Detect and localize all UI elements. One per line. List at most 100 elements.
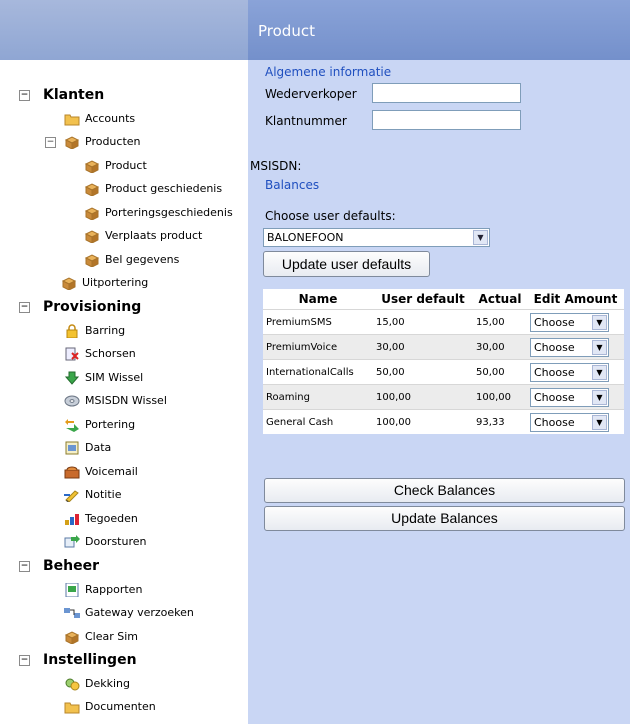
check-balances-button[interactable]: Check Balances: [264, 478, 625, 503]
tree-item-tegoeden[interactable]: Tegoeden: [64, 509, 138, 529]
edit-amount-select[interactable]: Choose ▼: [530, 362, 609, 382]
tree-item-portering[interactable]: Portering: [64, 415, 135, 435]
edit-amount-select[interactable]: Choose ▼: [530, 312, 609, 332]
tree-item-label: Accounts: [85, 112, 136, 125]
tree-item-label: SIM Wissel: [85, 371, 144, 384]
edit-amount-value: Choose: [534, 340, 575, 354]
tree-section-instellingen[interactable]: − Instellingen: [19, 650, 137, 670]
chevron-down-icon[interactable]: ▼: [592, 364, 607, 380]
note-icon: [64, 488, 80, 502]
column-header-name: Name: [298, 292, 338, 306]
tree-item-doorsturen[interactable]: Doorsturen: [64, 532, 147, 552]
tree-item-rapporten[interactable]: Rapporten: [64, 580, 142, 600]
tree-item-bel-gegevens[interactable]: Bel gegevens: [84, 250, 179, 270]
tree-item-producten[interactable]: − Producten: [45, 132, 141, 152]
chevron-down-icon[interactable]: ▼: [473, 230, 488, 245]
cell-edit-amount: Choose ▼: [527, 334, 624, 360]
collapse-icon[interactable]: −: [45, 137, 56, 148]
tree-item-label: Documenten: [85, 700, 156, 713]
tree-item-data[interactable]: Data: [64, 438, 111, 458]
box-icon: [84, 229, 100, 243]
tree-item-notitie[interactable]: Notitie: [64, 485, 121, 505]
user-defaults-select[interactable]: BALONEFOON ▼: [263, 228, 490, 247]
coverage-icon: [64, 677, 80, 691]
cell-actual: 100,00: [473, 384, 527, 410]
report-icon: [64, 583, 80, 597]
cell-user-default: 50,00: [373, 359, 473, 385]
tree-section-beheer[interactable]: − Beheer: [19, 556, 100, 576]
tree-item-verplaats-product[interactable]: Verplaats product: [84, 226, 202, 246]
tree-item-label: Notitie: [85, 488, 122, 501]
tree-item-uitportering[interactable]: Uitportering: [61, 273, 148, 293]
tree-item-label: Portering: [85, 418, 136, 431]
collapse-icon[interactable]: −: [19, 302, 30, 313]
tree-item-barring[interactable]: Barring: [64, 321, 125, 341]
tree-item-accounts[interactable]: Accounts: [64, 109, 135, 129]
tree-item-clear-sim[interactable]: Clear Sim: [64, 627, 138, 647]
tree-section-provisioning[interactable]: − Provisioning: [19, 297, 141, 317]
chevron-down-icon[interactable]: ▼: [592, 314, 607, 330]
edit-amount-select[interactable]: Choose ▼: [530, 412, 609, 432]
tree-item-label: Uitportering: [82, 276, 149, 289]
cell-user-default: 30,00: [373, 334, 473, 360]
update-user-defaults-button[interactable]: Update user defaults: [263, 251, 430, 277]
tree-item-msisdn-wissel[interactable]: MSISDN Wissel: [64, 391, 167, 411]
column-header-user-default: User default: [381, 292, 465, 306]
cell-user-default: 100,00: [373, 409, 473, 434]
main-content: Product Algemene informatie Wederverkope…: [248, 0, 630, 724]
tree-item-gateway-verzoeken[interactable]: Gateway verzoeken: [64, 603, 194, 623]
tree-section-klanten[interactable]: − Klanten: [19, 85, 105, 105]
collapse-icon[interactable]: −: [19, 90, 30, 101]
user-defaults-label: Choose user defaults:: [265, 209, 396, 223]
edit-amount-select[interactable]: Choose ▼: [530, 337, 609, 357]
chevron-down-icon[interactable]: ▼: [592, 339, 607, 355]
tree-item-label: Product geschiedenis: [105, 182, 223, 195]
cell-actual: 93,33: [473, 409, 527, 434]
tree-item-label: MSISDN Wissel: [85, 394, 167, 407]
tree-item-documenten[interactable]: Documenten: [64, 697, 156, 717]
reseller-field[interactable]: [372, 83, 521, 103]
folder-icon: [64, 112, 80, 126]
cell-name: InternationalCalls: [263, 359, 373, 385]
edit-amount-value: Choose: [534, 390, 575, 404]
tree-item-porteringsgeschiedenis[interactable]: Porteringsgeschiedenis: [84, 203, 233, 223]
collapse-icon[interactable]: −: [19, 655, 30, 666]
box-icon: [64, 135, 80, 149]
chevron-down-icon[interactable]: ▼: [592, 414, 607, 430]
edit-amount-select[interactable]: Choose ▼: [530, 387, 609, 407]
chevron-down-icon[interactable]: ▼: [592, 389, 607, 405]
msisdn-label: MSISDN:: [250, 159, 302, 173]
tree-item-voicemail[interactable]: Voicemail: [64, 462, 138, 482]
sidebar-header: [0, 0, 248, 60]
balances-title: Balances: [265, 178, 320, 192]
table-row: Roaming 100,00 100,00 Choose ▼: [263, 384, 624, 410]
tree-item-label: Verplaats product: [105, 229, 203, 242]
tree-section-label: Instellingen: [43, 652, 137, 668]
edit-amount-value: Choose: [534, 315, 575, 329]
box-icon: [64, 630, 80, 644]
tree-item-label: Producten: [85, 135, 141, 148]
tree-item-product[interactable]: Product: [84, 156, 147, 176]
voicemail-icon: [64, 465, 80, 479]
reseller-label: Wederverkoper: [265, 87, 357, 101]
cell-name: PremiumSMS: [263, 309, 373, 335]
suspend-icon: [64, 347, 80, 361]
table-row: General Cash 100,00 93,33 Choose ▼: [263, 409, 624, 434]
collapse-icon[interactable]: −: [19, 561, 30, 572]
tree-item-product-geschiedenis[interactable]: Product geschiedenis: [84, 179, 222, 199]
box-icon: [84, 159, 100, 173]
tree-item-dekking[interactable]: Dekking: [64, 674, 130, 694]
tree-item-schorsen[interactable]: Schorsen: [64, 344, 136, 364]
update-balances-button[interactable]: Update Balances: [264, 506, 625, 531]
tree-section-label: Klanten: [43, 87, 105, 103]
tree-item-label: Dekking: [85, 677, 130, 690]
tree-item-sim-wissel[interactable]: SIM Wissel: [64, 368, 143, 388]
cell-edit-amount: Choose ▼: [527, 384, 624, 410]
cell-name: Roaming: [263, 384, 373, 410]
tree-item-label: Barring: [85, 324, 126, 337]
tree-item-label: Data: [85, 441, 112, 454]
tree-section-label: Beheer: [43, 558, 100, 574]
tree-item-label: Schorsen: [85, 347, 136, 360]
customer-number-field[interactable]: [372, 110, 521, 130]
disc-icon: [64, 394, 80, 408]
